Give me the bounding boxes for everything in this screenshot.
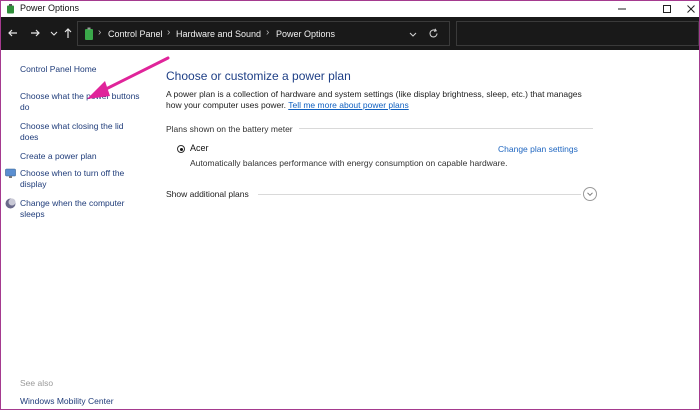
moon-icon bbox=[5, 198, 16, 209]
sidebar-item-computer-sleeps[interactable]: Change when the computer sleeps bbox=[20, 198, 140, 220]
minimize-icon bbox=[618, 8, 626, 10]
maximize-icon bbox=[663, 5, 671, 13]
arrow-left-icon bbox=[8, 29, 17, 37]
recent-locations-button[interactable] bbox=[47, 26, 61, 40]
plans-section-label: Plans shown on the battery meter bbox=[166, 124, 293, 134]
expand-additional-plans-button[interactable] bbox=[583, 187, 597, 201]
close-button[interactable] bbox=[676, 1, 699, 17]
sidebar-item-power-buttons[interactable]: Choose what the power buttons do bbox=[20, 91, 140, 113]
battery-icon bbox=[85, 27, 93, 40]
plan-description: Automatically balances performance with … bbox=[190, 158, 508, 168]
additional-plans-divider bbox=[258, 194, 581, 195]
left-pane: Control Panel Home Choose what the power… bbox=[1, 50, 151, 409]
sidebar-item-closing-lid[interactable]: Choose what closing the lid does bbox=[20, 121, 140, 143]
windows-mobility-center-link[interactable]: Windows Mobility Center bbox=[20, 396, 114, 406]
arrow-right-icon bbox=[31, 29, 40, 37]
title-bar: Power Options bbox=[1, 1, 699, 17]
plan-name: Acer bbox=[190, 143, 209, 153]
back-button[interactable] bbox=[6, 26, 20, 40]
refresh-icon[interactable] bbox=[427, 27, 440, 40]
see-also-heading: See also bbox=[20, 378, 54, 388]
chevron-down-icon bbox=[587, 192, 593, 197]
arrow-up-icon bbox=[64, 28, 72, 38]
breadcrumb-control-panel[interactable]: Control Panel bbox=[108, 29, 163, 39]
power-options-app-icon bbox=[7, 4, 14, 14]
breadcrumb-separator-icon: › bbox=[266, 27, 270, 38]
breadcrumb-hardware-and-sound[interactable]: Hardware and Sound bbox=[176, 29, 261, 39]
show-additional-plans[interactable]: Show additional plans bbox=[166, 189, 249, 199]
navigation-bar: › Control Panel › Hardware and Sound › P… bbox=[1, 17, 699, 50]
window-title: Power Options bbox=[20, 3, 80, 13]
breadcrumb-separator-icon: › bbox=[167, 27, 171, 38]
chevron-down-icon[interactable] bbox=[407, 28, 419, 40]
chevron-down-icon bbox=[50, 31, 58, 36]
search-input[interactable] bbox=[456, 21, 699, 46]
section-divider bbox=[299, 128, 593, 129]
breadcrumb-power-options[interactable]: Power Options bbox=[276, 29, 335, 39]
power-options-window: Power Options › Control Panel › Hardware… bbox=[0, 0, 700, 410]
tell-me-more-link[interactable]: Tell me more about power plans bbox=[288, 100, 408, 110]
breadcrumb-separator-icon: › bbox=[98, 27, 102, 38]
change-plan-settings-link[interactable]: Change plan settings bbox=[498, 144, 578, 154]
control-panel-home-link[interactable]: Control Panel Home bbox=[20, 64, 140, 75]
sidebar-item-turn-off-display[interactable]: Choose when to turn off the display bbox=[20, 168, 140, 190]
page-description: A power plan is a collection of hardware… bbox=[166, 89, 586, 111]
plan-radio-acer[interactable] bbox=[177, 145, 185, 153]
minimize-button[interactable] bbox=[607, 1, 637, 17]
forward-button[interactable] bbox=[28, 26, 42, 40]
address-bar[interactable]: › Control Panel › Hardware and Sound › P… bbox=[77, 21, 450, 46]
close-icon bbox=[687, 5, 695, 13]
sidebar-item-create-plan[interactable]: Create a power plan bbox=[20, 151, 140, 162]
page-title: Choose or customize a power plan bbox=[166, 69, 351, 83]
display-icon bbox=[5, 168, 16, 178]
up-button[interactable] bbox=[61, 26, 75, 40]
